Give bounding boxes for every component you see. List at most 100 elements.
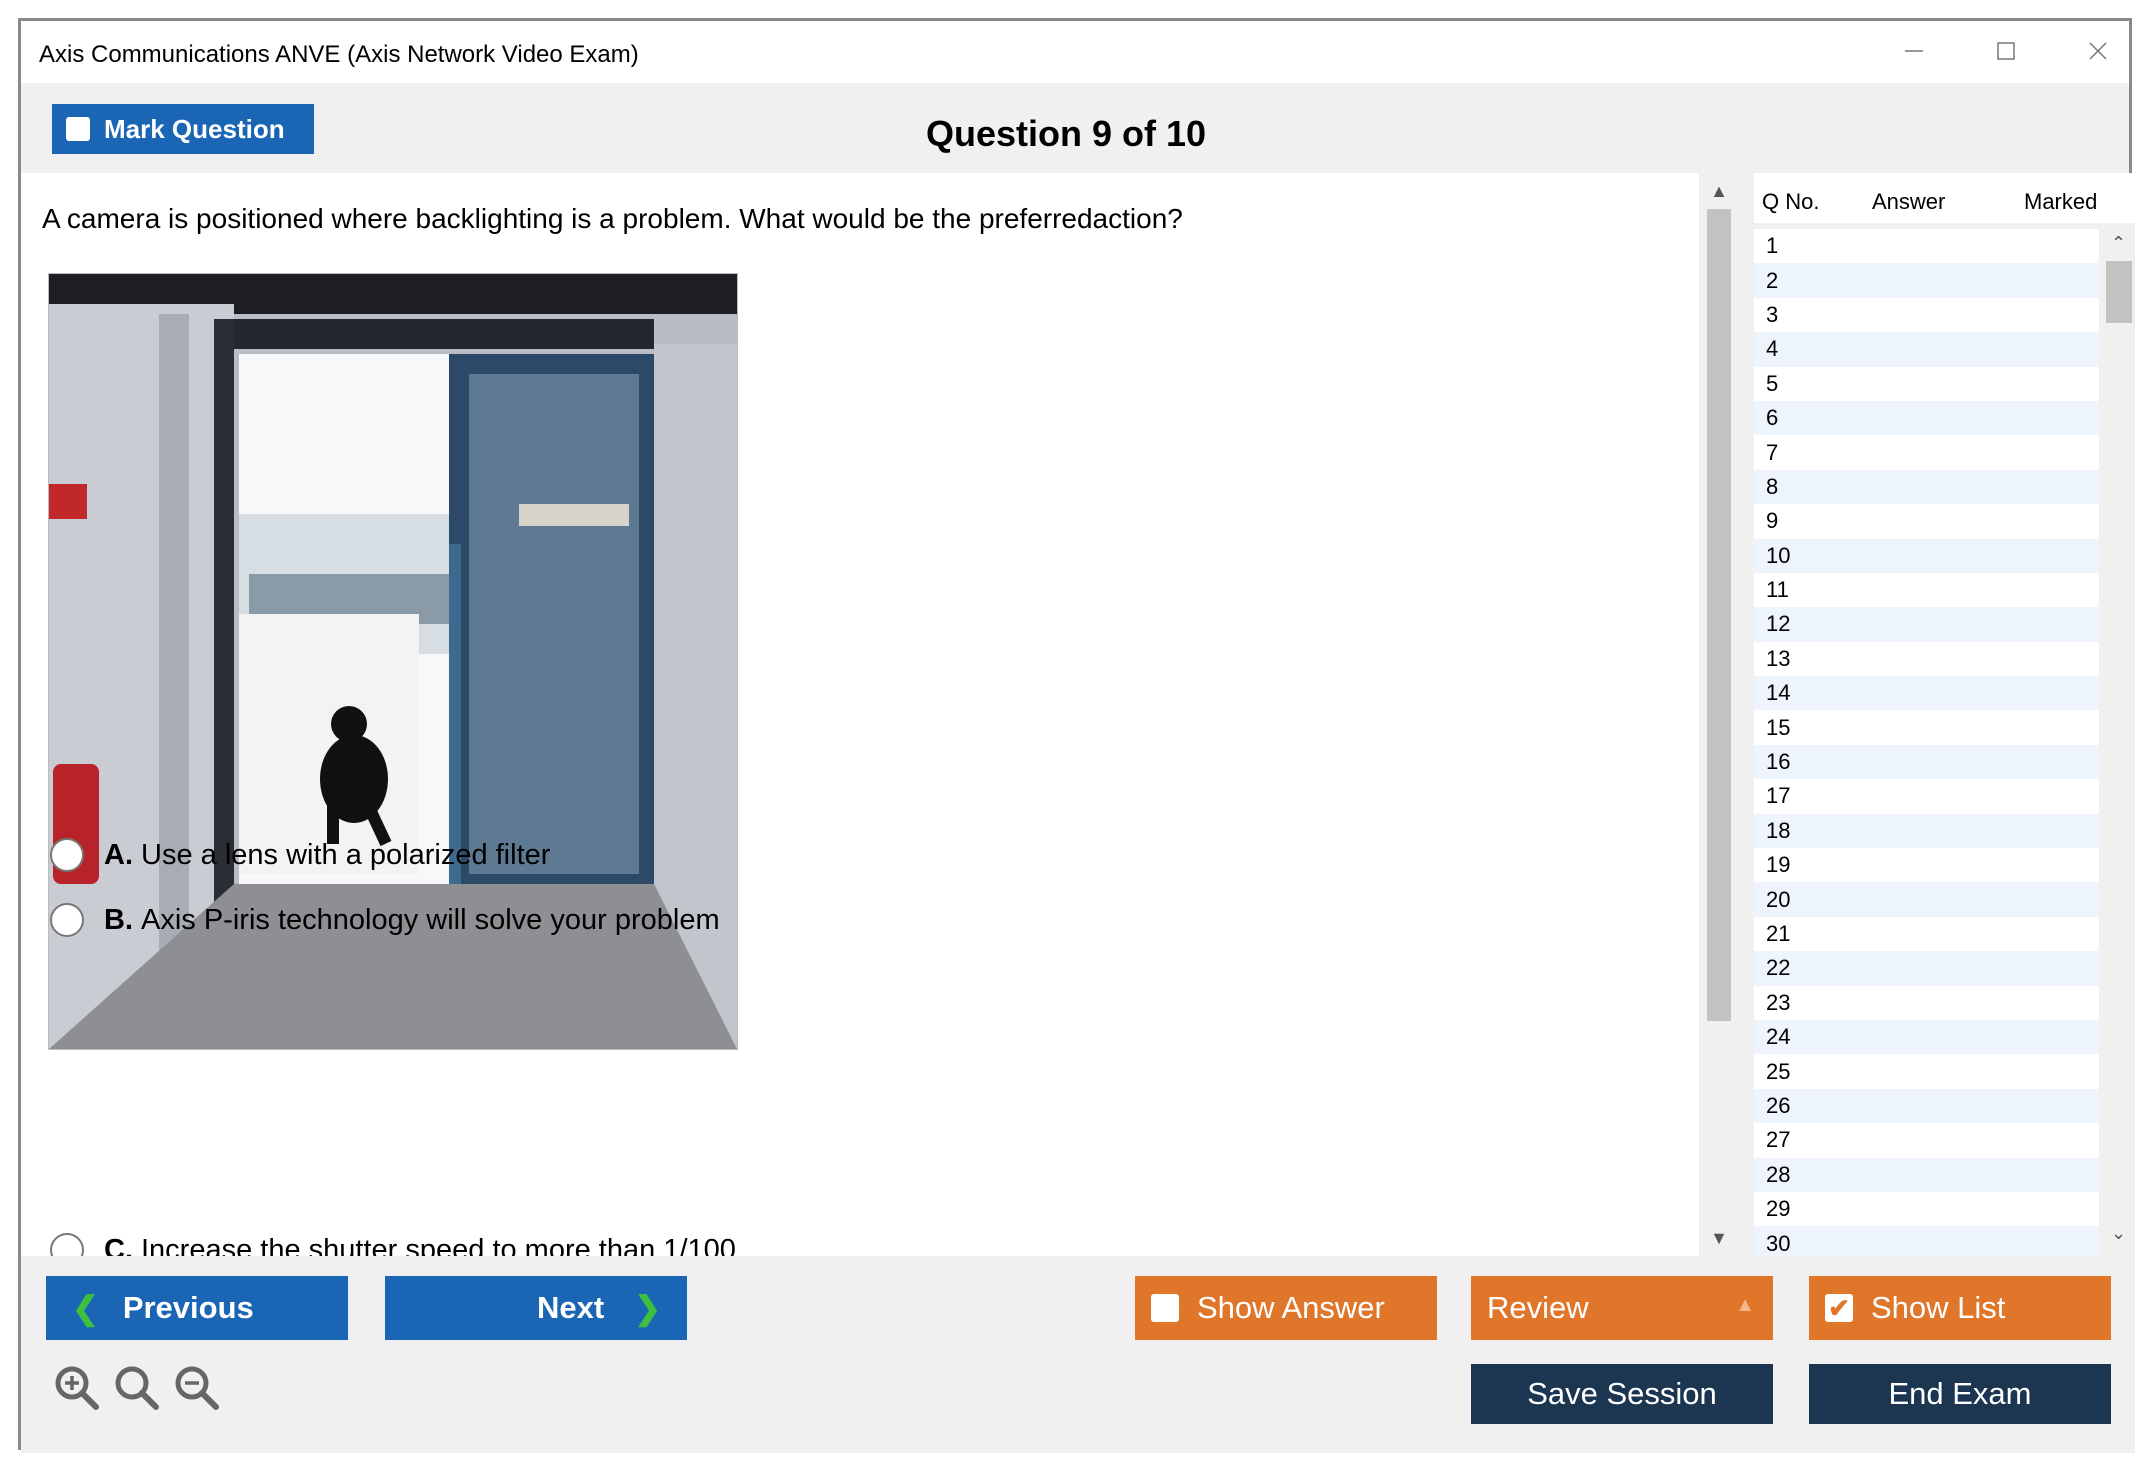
list-item[interactable]: 4	[1754, 332, 2099, 367]
question-number: 10	[1766, 542, 1791, 568]
question-header: Mark Question Question 9 of 10	[21, 83, 2129, 173]
option-b-radio[interactable]	[50, 903, 84, 937]
review-dropdown[interactable]: Review ▲	[1471, 1276, 1773, 1340]
option-a-radio[interactable]	[50, 838, 84, 872]
list-scroll-down-icon[interactable]: ⌄	[2102, 1223, 2135, 1244]
list-item[interactable]: 6	[1754, 400, 2099, 436]
show-list-checkbox[interactable]: ✔	[1825, 1293, 1853, 1323]
list-item[interactable]: 30	[1754, 1226, 2099, 1256]
title-bar: Axis Communications ANVE (Axis Network V…	[21, 21, 2129, 83]
question-list-scrollbar[interactable]: ⌃ ⌄	[2102, 229, 2135, 1256]
question-number: 24	[1766, 1024, 1791, 1050]
list-item[interactable]: 17	[1754, 779, 2099, 813]
content-scrollbar[interactable]: ▲ ▼	[1699, 173, 1739, 1256]
answer-column-header: Answer	[1872, 189, 1946, 214]
list-item[interactable]: 28	[1754, 1157, 2099, 1192]
save-session-button[interactable]: Save Session	[1471, 1364, 1773, 1424]
list-item[interactable]: 15	[1754, 710, 2099, 744]
list-item[interactable]: 9	[1754, 504, 2099, 538]
window-title: Axis Communications ANVE (Axis Network V…	[39, 41, 639, 68]
list-item[interactable]: 16	[1754, 744, 2099, 780]
zoom-out-icon[interactable]	[172, 1363, 220, 1411]
close-icon	[2089, 42, 2107, 60]
previous-label: Previous	[122, 1290, 254, 1325]
list-item[interactable]: 22	[1754, 951, 2099, 986]
question-number: 11	[1766, 577, 1789, 603]
question-number: 29	[1766, 1196, 1791, 1222]
caret-up-icon: ▲	[1735, 1294, 1755, 1316]
list-item[interactable]: 25	[1754, 1054, 2099, 1088]
list-item[interactable]: 8	[1754, 469, 2099, 505]
list-item[interactable]: 20	[1754, 882, 2099, 917]
list-item[interactable]: 2	[1754, 263, 2099, 298]
minimize-icon	[1905, 50, 1923, 52]
list-item[interactable]: 23	[1754, 986, 2099, 1020]
next-button[interactable]: Next ❯	[385, 1276, 687, 1340]
maximize-button[interactable]	[1976, 29, 2036, 73]
option-b[interactable]: B. Axis P-iris technology will solve you…	[50, 903, 720, 937]
chevron-left-icon: ❮	[72, 1290, 99, 1326]
question-number: 1	[1766, 233, 1779, 259]
chevron-right-icon: ❯	[634, 1290, 661, 1326]
list-item[interactable]: 18	[1754, 813, 2099, 849]
previous-button[interactable]: ❮ Previous	[46, 1276, 348, 1340]
question-number: 14	[1766, 680, 1791, 706]
list-item[interactable]: 21	[1754, 917, 2099, 951]
question-number: 17	[1766, 783, 1791, 809]
question-number: 26	[1766, 1092, 1791, 1118]
save-session-label: Save Session	[1527, 1376, 1717, 1411]
zoom-in-icon[interactable]	[52, 1363, 100, 1411]
list-item[interactable]: 12	[1754, 607, 2099, 642]
question-number: 19	[1766, 852, 1791, 878]
option-c[interactable]: C. Increase the shutter speed to more th…	[50, 1233, 736, 1256]
show-list-button[interactable]: ✔ Show List	[1809, 1276, 2111, 1340]
question-number: 18	[1766, 817, 1791, 843]
list-item[interactable]: 1	[1754, 229, 2099, 263]
show-answer-checkbox[interactable]	[1151, 1294, 1179, 1322]
show-answer-button[interactable]: Show Answer	[1135, 1276, 1437, 1340]
question-number: 3	[1766, 301, 1779, 327]
list-item[interactable]: 5	[1754, 367, 2099, 401]
option-b-letter: B.	[104, 903, 133, 936]
question-number: 4	[1766, 336, 1779, 362]
question-list-panel: Q No. Answer Marked 1 2 3 4 5 6 7 8 9 10 11 12 13 14 1…	[1739, 173, 2135, 1256]
zoom-reset-icon[interactable]	[112, 1363, 160, 1411]
list-item[interactable]: 29	[1754, 1192, 2099, 1226]
question-number: 13	[1766, 645, 1791, 671]
close-button[interactable]	[2068, 29, 2128, 73]
list-item[interactable]: 24	[1754, 1019, 2099, 1055]
question-number: 6	[1766, 405, 1779, 431]
question-list: 1 2 3 4 5 6 7 8 9 10 11 12 13 14 15 16 17 18 19 20 21 22 23 24 2…	[1754, 229, 2099, 1256]
list-item[interactable]: 3	[1754, 298, 2099, 332]
option-c-radio[interactable]	[50, 1233, 84, 1256]
list-item[interactable]: 19	[1754, 848, 2099, 882]
question-number: 8	[1766, 473, 1779, 499]
scroll-down-icon[interactable]: ▼	[1699, 1228, 1739, 1249]
option-a-text: Use a lens with a polarized filter	[141, 838, 551, 871]
list-item[interactable]: 11	[1754, 573, 2099, 607]
question-number: 20	[1766, 886, 1791, 912]
list-item[interactable]: 14	[1754, 676, 2099, 711]
question-number: 2	[1766, 267, 1779, 293]
end-exam-button[interactable]: End Exam	[1809, 1364, 2111, 1424]
scroll-up-icon[interactable]: ▲	[1699, 181, 1739, 202]
option-a[interactable]: A. Use a lens with a polarized filter	[50, 838, 550, 872]
exam-window: Axis Communications ANVE (Axis Network V…	[18, 18, 2135, 1453]
minimize-button[interactable]	[1884, 29, 1944, 73]
marked-column-header: Marked	[2024, 189, 2098, 214]
question-text: A camera is positioned where backlightin…	[42, 203, 1183, 234]
list-item[interactable]: 27	[1754, 1123, 2099, 1157]
list-item[interactable]: 13	[1754, 642, 2099, 676]
list-scroll-thumb[interactable]	[2106, 261, 2132, 323]
list-item[interactable]: 26	[1754, 1088, 2099, 1124]
question-number: 9	[1766, 508, 1779, 534]
list-item[interactable]: 7	[1754, 435, 2099, 469]
question-number: 7	[1766, 439, 1779, 465]
qno-column-header: Q No.	[1762, 189, 1820, 214]
list-scroll-up-icon[interactable]: ⌃	[2102, 233, 2135, 254]
show-answer-label: Show Answer	[1197, 1290, 1385, 1325]
list-item[interactable]: 10	[1754, 538, 2099, 573]
question-number: 16	[1766, 749, 1791, 775]
next-label: Next	[536, 1290, 605, 1325]
content-scroll-thumb[interactable]	[1707, 209, 1731, 1021]
